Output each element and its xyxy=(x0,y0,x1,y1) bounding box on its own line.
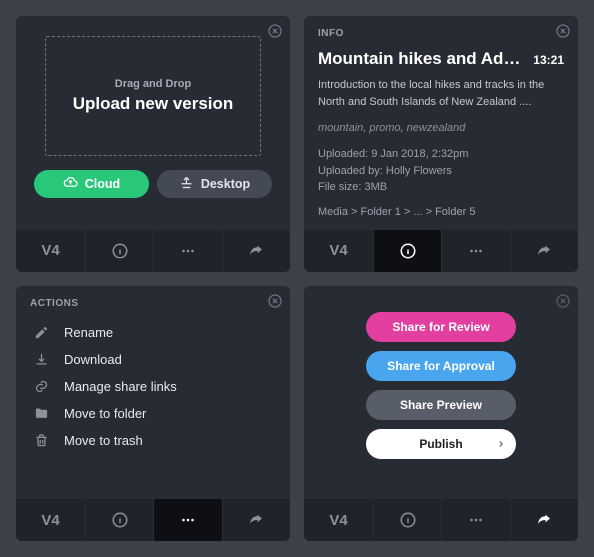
dropzone-title: Upload new version xyxy=(73,94,234,114)
upload-desktop-button[interactable]: Desktop xyxy=(157,170,272,198)
share-button[interactable] xyxy=(511,499,578,541)
button-label: Publish xyxy=(419,437,462,451)
share-for-review-button[interactable]: Share for Review xyxy=(366,312,516,342)
download-icon xyxy=(32,352,50,367)
action-move-to-trash[interactable]: Move to trash xyxy=(30,427,276,454)
media-title: Mountain hikes and Adve... xyxy=(318,49,525,69)
meta-uploaded: Uploaded: 9 Jan 2018, 2:32pm xyxy=(318,146,564,163)
button-label: Share for Review xyxy=(392,320,489,334)
cloud-button-label: Cloud xyxy=(85,177,120,191)
info-button[interactable] xyxy=(374,499,442,541)
share-for-approval-button[interactable]: Share for Approval xyxy=(366,351,516,381)
upload-cloud-button[interactable]: Cloud xyxy=(34,170,149,198)
info-button[interactable] xyxy=(374,230,442,272)
meta-filesize: File size: 3MB xyxy=(318,179,564,196)
upload-card: Drag and Drop Upload new version Cloud D… xyxy=(16,16,290,272)
share-preview-button[interactable]: Share Preview xyxy=(366,390,516,420)
media-description: Introduction to the local hikes and trac… xyxy=(318,77,564,110)
actions-card: ACTIONS Rename Download Manage share lin… xyxy=(16,286,290,542)
info-button[interactable] xyxy=(86,499,154,541)
upload-dropzone[interactable]: Drag and Drop Upload new version xyxy=(45,36,261,156)
link-icon xyxy=(32,379,50,394)
more-button[interactable] xyxy=(442,230,510,272)
meta-uploadedby: Uploaded by: Holly Flowers xyxy=(318,163,564,180)
info-button[interactable] xyxy=(86,230,154,272)
more-button[interactable] xyxy=(442,499,510,541)
share-button[interactable] xyxy=(511,230,578,272)
button-label: Share for Approval xyxy=(387,359,495,373)
actions-section-label: ACTIONS xyxy=(30,298,276,309)
version-label: V4 xyxy=(16,230,86,272)
action-move-to-folder[interactable]: Move to folder xyxy=(30,400,276,427)
dropzone-subtitle: Drag and Drop xyxy=(115,78,191,90)
publish-button[interactable]: Publish xyxy=(366,429,516,459)
share-button[interactable] xyxy=(223,230,290,272)
info-card: INFO Mountain hikes and Adve... 13:21 In… xyxy=(304,16,578,272)
action-label: Move to folder xyxy=(64,406,146,421)
version-label: V4 xyxy=(304,499,374,541)
share-button[interactable] xyxy=(223,499,290,541)
desktop-button-label: Desktop xyxy=(201,177,250,191)
action-label: Rename xyxy=(64,325,113,340)
action-rename[interactable]: Rename xyxy=(30,319,276,346)
info-section-label: INFO xyxy=(318,28,564,39)
action-manage-share-links[interactable]: Manage share links xyxy=(30,373,276,400)
action-label: Move to trash xyxy=(64,433,143,448)
more-button[interactable] xyxy=(154,499,222,541)
media-duration: 13:21 xyxy=(533,53,564,67)
pencil-icon xyxy=(32,325,50,340)
action-download[interactable]: Download xyxy=(30,346,276,373)
action-label: Manage share links xyxy=(64,379,177,394)
action-label: Download xyxy=(64,352,122,367)
button-label: Share Preview xyxy=(400,398,482,412)
chevron-right-icon xyxy=(496,439,506,449)
cloud-upload-icon xyxy=(63,175,78,193)
media-tags: mountain, promo, newzealand xyxy=(318,122,564,134)
breadcrumb: Media > Folder 1 > ... > Folder 5 xyxy=(318,206,564,218)
folder-icon xyxy=(32,406,50,421)
desktop-upload-icon xyxy=(179,175,194,193)
version-label: V4 xyxy=(304,230,374,272)
version-label: V4 xyxy=(16,499,86,541)
trash-icon xyxy=(32,433,50,448)
more-button[interactable] xyxy=(154,230,222,272)
share-card: Share for Review Share for Approval Shar… xyxy=(304,286,578,542)
